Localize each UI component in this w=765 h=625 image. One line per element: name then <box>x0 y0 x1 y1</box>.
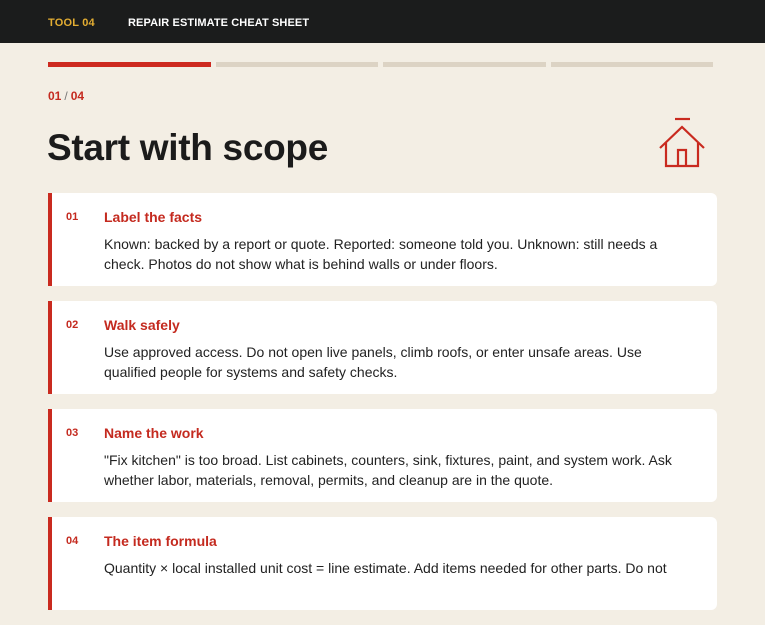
progress-segment-1 <box>48 62 211 67</box>
house-icon <box>659 117 705 168</box>
page-title: Start with scope <box>47 127 328 168</box>
card-item-formula: 04 The item formula Quantity × local ins… <box>48 517 717 610</box>
card-title: Name the work <box>104 425 204 441</box>
card-list: 01 Label the facts Known: backed by a re… <box>48 193 717 625</box>
tool-label: TOOL 04 <box>48 17 95 29</box>
step-separator: / <box>64 89 68 103</box>
card-number: 01 <box>66 211 79 223</box>
card-number: 03 <box>66 427 79 439</box>
card-number: 02 <box>66 319 79 331</box>
card-body: "Fix kitchen" is too broad. List cabinet… <box>104 452 672 488</box>
card-title: Walk safely <box>104 317 180 333</box>
step-total: 04 <box>70 89 85 103</box>
progress-segment-3 <box>383 62 546 67</box>
card-body: Use approved access. Do not open live pa… <box>104 344 642 380</box>
card-body: Known: backed by a report or quote. Repo… <box>104 236 658 272</box>
step-current: 01 <box>48 89 62 103</box>
card-name-work: 03 Name the work "Fix kitchen" is too br… <box>48 409 717 502</box>
card-number: 04 <box>66 535 79 547</box>
card-body: Quantity × local installed unit cost = l… <box>104 560 667 576</box>
step-counter: 01/04 <box>48 89 84 103</box>
card-walk-safely: 02 Walk safely Use approved access. Do n… <box>48 301 717 394</box>
card-title: The item formula <box>104 533 217 549</box>
card-title: Label the facts <box>104 209 203 225</box>
card-label-facts: 01 Label the facts Known: backed by a re… <box>48 193 717 286</box>
progress-segment-4 <box>550 62 713 67</box>
step-progress <box>48 62 713 67</box>
progress-segment-2 <box>215 62 378 67</box>
top-bar: TOOL 04 REPAIR ESTIMATE CHEAT SHEET <box>0 0 765 43</box>
sheet-title: REPAIR ESTIMATE CHEAT SHEET <box>128 17 310 29</box>
